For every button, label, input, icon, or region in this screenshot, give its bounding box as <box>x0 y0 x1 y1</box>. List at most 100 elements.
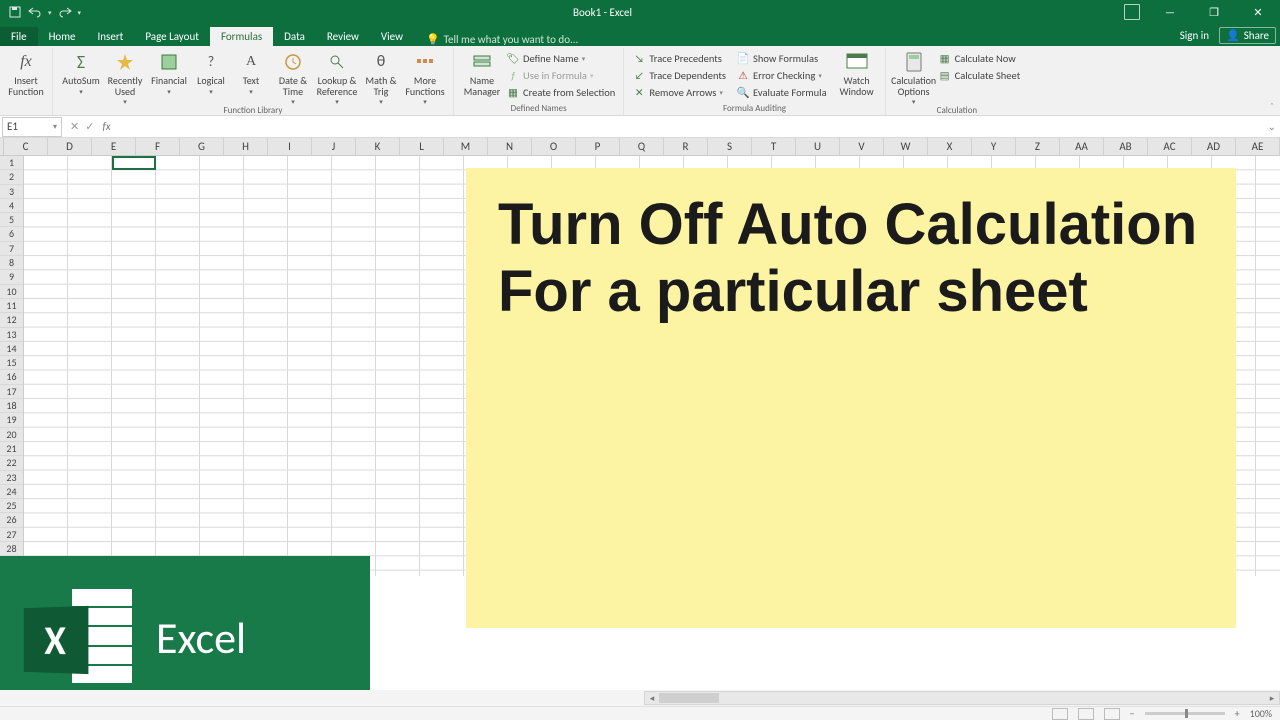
row-header[interactable]: 25 <box>0 499 23 513</box>
scroll-right-icon[interactable]: ▸ <box>1265 693 1279 704</box>
column-header[interactable]: V <box>840 138 884 155</box>
row-header[interactable]: 9 <box>0 270 23 284</box>
column-header[interactable]: G <box>180 138 224 155</box>
enter-icon[interactable]: ✓ <box>85 120 94 133</box>
financial-button[interactable]: Financial ▾ <box>147 48 191 95</box>
tab-formulas[interactable]: Formulas <box>210 27 273 46</box>
row-header[interactable]: 14 <box>0 342 23 356</box>
watch-window-button[interactable]: Watch Window <box>835 48 879 97</box>
insert-function-button[interactable]: fx Insert Function <box>6 48 46 97</box>
column-header[interactable]: K <box>356 138 400 155</box>
show-formulas-button[interactable]: 📄 Show Formulas <box>734 50 829 67</box>
tab-data[interactable]: Data <box>273 27 316 46</box>
column-header[interactable]: O <box>532 138 576 155</box>
column-header[interactable]: H <box>224 138 268 155</box>
row-header[interactable]: 2 <box>0 170 23 184</box>
calculate-sheet-button[interactable]: ▤ Calculate Sheet <box>936 67 1023 84</box>
more-functions-button[interactable]: More Functions ▾ <box>403 48 447 105</box>
row-header[interactable]: 18 <box>0 399 23 413</box>
tab-review[interactable]: Review <box>316 27 370 46</box>
calculation-options-button[interactable]: Calculation Options ▾ <box>892 48 936 105</box>
page-break-view-icon[interactable] <box>1104 708 1120 720</box>
text-button[interactable]: A Text ▾ <box>231 48 271 95</box>
row-header[interactable]: 15 <box>0 356 23 370</box>
maximize-button[interactable]: ❐ <box>1192 0 1236 24</box>
name-box[interactable]: E1 ▾ <box>2 117 62 137</box>
column-header[interactable]: D <box>48 138 92 155</box>
minimize-button[interactable]: — <box>1148 0 1192 24</box>
column-header[interactable]: I <box>268 138 312 155</box>
tab-view[interactable]: View <box>370 27 414 46</box>
column-header[interactable]: F <box>136 138 180 155</box>
scroll-thumb[interactable] <box>659 693 719 703</box>
trace-dependents-button[interactable]: ↙ Trace Dependents <box>630 67 728 84</box>
row-header[interactable]: 8 <box>0 256 23 270</box>
row-header[interactable]: 20 <box>0 428 23 442</box>
trace-precedents-button[interactable]: ↘ Trace Precedents <box>630 50 728 67</box>
row-header[interactable]: 5 <box>0 213 23 227</box>
row-header[interactable]: 22 <box>0 456 23 470</box>
lookup-reference-button[interactable]: Lookup & Reference ▾ <box>315 48 359 105</box>
row-header[interactable]: 11 <box>0 299 23 313</box>
column-header[interactable]: U <box>796 138 840 155</box>
error-checking-button[interactable]: ⚠ Error Checking ▾ <box>734 67 829 84</box>
column-header[interactable]: AC <box>1148 138 1192 155</box>
row-header[interactable]: 13 <box>0 328 23 342</box>
column-header[interactable]: AD <box>1192 138 1236 155</box>
share-button[interactable]: 👤 Share <box>1219 27 1276 44</box>
row-header[interactable]: 26 <box>0 513 23 527</box>
page-layout-view-icon[interactable] <box>1078 708 1094 720</box>
row-header[interactable]: 6 <box>0 227 23 241</box>
row-header[interactable]: 3 <box>0 185 23 199</box>
horizontal-scrollbar[interactable]: ◂ ▸ <box>644 691 1280 705</box>
use-in-formula-button[interactable]: ƒ Use in Formula ▾ <box>504 67 617 84</box>
date-time-button[interactable]: Date & Time ▾ <box>271 48 315 105</box>
column-header[interactable]: L <box>400 138 444 155</box>
undo-icon[interactable] <box>28 5 42 19</box>
math-trig-button[interactable]: θ Math & Trig ▾ <box>359 48 403 105</box>
row-header[interactable]: 16 <box>0 370 23 384</box>
collapse-ribbon-icon[interactable]: ˆ <box>1270 100 1274 115</box>
column-header[interactable]: N <box>488 138 532 155</box>
redo-icon[interactable] <box>58 5 72 19</box>
column-header[interactable]: X <box>928 138 972 155</box>
column-header[interactable]: AE <box>1236 138 1280 155</box>
recently-used-button[interactable]: Recently Used ▾ <box>103 48 147 105</box>
row-header[interactable]: 10 <box>0 285 23 299</box>
define-name-button[interactable]: 🏷 Define Name ▾ <box>504 50 617 67</box>
row-header[interactable]: 1 <box>0 156 23 170</box>
tab-insert[interactable]: Insert <box>87 27 135 46</box>
evaluate-formula-button[interactable]: 🔍 Evaluate Formula <box>734 84 829 101</box>
scroll-left-icon[interactable]: ◂ <box>645 693 659 704</box>
tab-file[interactable]: File <box>0 27 38 46</box>
column-header[interactable]: R <box>664 138 708 155</box>
row-header[interactable]: 17 <box>0 385 23 399</box>
logical-button[interactable]: ? Logical ▾ <box>191 48 231 95</box>
tab-home[interactable]: Home <box>38 27 87 46</box>
column-header[interactable]: Q <box>620 138 664 155</box>
row-header[interactable]: 27 <box>0 528 23 542</box>
calculate-now-button[interactable]: ▦ Calculate Now <box>936 50 1023 67</box>
remove-arrows-button[interactable]: ✕ Remove Arrows ▾ <box>630 84 728 101</box>
normal-view-icon[interactable] <box>1052 708 1068 720</box>
undo-dropdown-icon[interactable]: ▾ <box>48 8 52 17</box>
tab-page-layout[interactable]: Page Layout <box>134 27 210 46</box>
signin-link[interactable]: Sign in <box>1180 29 1209 42</box>
column-header[interactable]: S <box>708 138 752 155</box>
formula-bar-expand-icon[interactable]: ⌄ <box>1268 120 1276 133</box>
column-header[interactable]: C <box>4 138 48 155</box>
autosum-button[interactable]: Σ AutoSum ▾ <box>59 48 103 95</box>
create-from-selection-button[interactable]: ▦ Create from Selection <box>504 84 617 101</box>
qat-customize-icon[interactable]: ▾ <box>78 8 82 17</box>
row-header[interactable]: 4 <box>0 199 23 213</box>
zoom-in-button[interactable]: + <box>1235 707 1240 720</box>
column-header[interactable]: Z <box>1016 138 1060 155</box>
tell-me-search[interactable]: 💡 Tell me what you want to do... <box>426 33 578 46</box>
fx-icon[interactable]: fx <box>102 120 110 133</box>
row-header[interactable]: 28 <box>0 542 23 556</box>
column-header[interactable]: P <box>576 138 620 155</box>
cancel-icon[interactable]: ✕ <box>70 120 79 133</box>
save-icon[interactable] <box>8 5 22 19</box>
name-box-dropdown-icon[interactable]: ▾ <box>53 122 57 132</box>
row-header[interactable]: 19 <box>0 413 23 427</box>
